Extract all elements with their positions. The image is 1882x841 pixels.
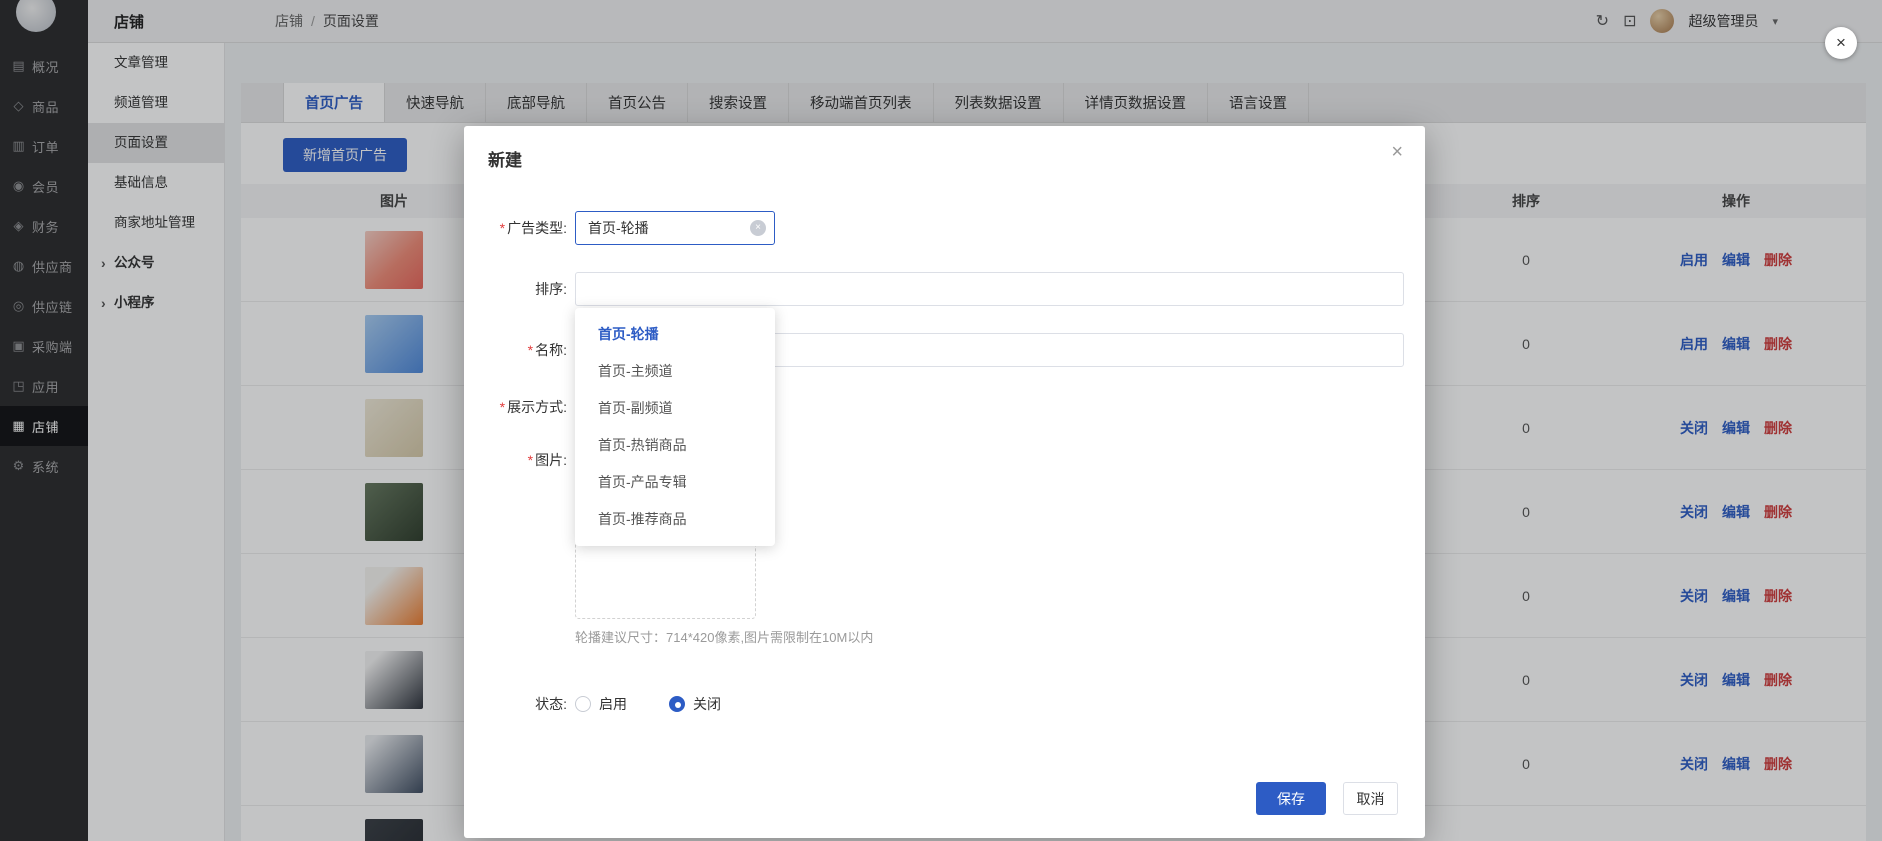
status-radio-group: 启用 关闭 <box>575 694 721 714</box>
display-mode-label: 展示方式: <box>507 399 567 415</box>
dropdown-option-hot-goods[interactable]: 首页-热销商品 <box>575 427 775 464</box>
status-row: 状态: 启用 关闭 <box>464 694 1425 714</box>
close-icon[interactable]: × <box>1825 27 1857 59</box>
save-button[interactable]: 保存 <box>1256 782 1326 815</box>
required-asterisk: * <box>528 342 533 358</box>
required-asterisk: * <box>528 452 533 468</box>
modal-close-icon[interactable]: × <box>1391 142 1403 162</box>
clear-icon[interactable]: × <box>750 220 766 236</box>
image-size-hint: 轮播建议尺寸：714*420像素,图片需限制在10M以内 <box>575 627 1425 646</box>
cancel-button[interactable]: 取消 <box>1343 782 1398 815</box>
modal-header: 新建 × <box>464 126 1425 182</box>
radio-checked-icon[interactable] <box>669 696 685 712</box>
radio-unchecked-icon[interactable] <box>575 696 591 712</box>
sort-row: 排序: <box>464 272 1425 306</box>
ad-type-select[interactable]: 首页-轮播 × <box>575 211 775 245</box>
ad-type-value: 首页-轮播 <box>588 218 649 238</box>
image-label: 图片: <box>535 452 567 468</box>
status-enable-option[interactable]: 启用 <box>575 694 627 714</box>
sort-label: 排序: <box>464 279 567 299</box>
status-disable-option[interactable]: 关闭 <box>669 694 721 714</box>
dropdown-option-recommended-goods[interactable]: 首页-推荐商品 <box>575 501 775 538</box>
sort-input[interactable] <box>575 272 1404 306</box>
dropdown-option-product-album[interactable]: 首页-产品专辑 <box>575 464 775 501</box>
required-asterisk: * <box>500 220 505 236</box>
dropdown-option-main-channel[interactable]: 首页-主频道 <box>575 353 775 390</box>
ad-type-row: *广告类型: 首页-轮播 × <box>464 211 1425 245</box>
ad-type-dropdown: 首页-轮播 首页-主频道 首页-副频道 首页-热销商品 首页-产品专辑 首页-推… <box>575 308 775 546</box>
dropdown-option-carousel[interactable]: 首页-轮播 <box>575 316 775 353</box>
modal-title: 新建 <box>488 151 522 170</box>
page: ▤概况 ◇商品 ▥订单 ◉会员 ◈财务 ◍供应商 ◎供应链 ▣采购端 ◳应用 ▦… <box>0 0 1882 841</box>
required-asterisk: * <box>500 399 505 415</box>
modal-body: *广告类型: 首页-轮播 × 排序: *名称: *展示方式: *图片: <box>464 182 1425 714</box>
ad-type-label: 广告类型: <box>507 220 567 236</box>
new-ad-modal: 新建 × *广告类型: 首页-轮播 × 排序: *名称: *展示方式: <box>464 126 1425 838</box>
dropdown-option-sub-channel[interactable]: 首页-副频道 <box>575 390 775 427</box>
name-label: 名称: <box>535 342 567 358</box>
status-label: 状态: <box>464 694 567 714</box>
modal-footer: 保存 取消 <box>1256 782 1398 815</box>
